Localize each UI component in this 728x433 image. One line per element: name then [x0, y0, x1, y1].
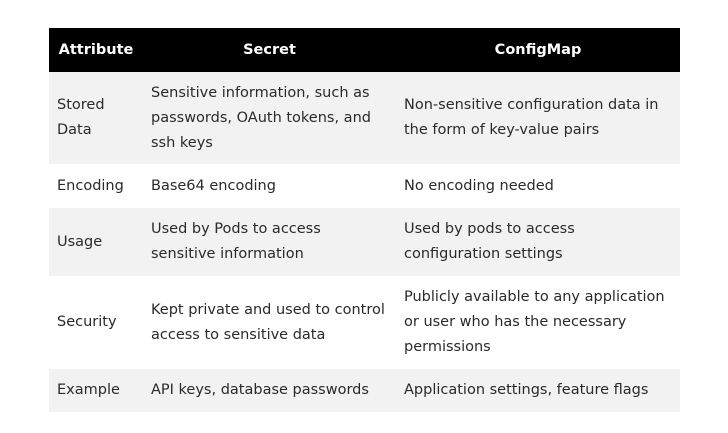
- cell-secret: Base64 encoding: [143, 164, 396, 208]
- header-attribute: Attribute: [49, 28, 143, 72]
- cell-attribute: Usage: [49, 208, 143, 276]
- comparison-table-container: Attribute Secret ConfigMap Stored Data S…: [49, 28, 680, 412]
- cell-attribute: Stored Data: [49, 72, 143, 164]
- cell-secret: API keys, database passwords: [143, 369, 396, 412]
- cell-configmap: Non-sensitive configuration data in the …: [396, 72, 680, 164]
- header-row: Attribute Secret ConfigMap: [49, 28, 680, 72]
- table-header: Attribute Secret ConfigMap: [49, 28, 680, 72]
- header-configmap: ConfigMap: [396, 28, 680, 72]
- cell-configmap: Used by pods to access configuration set…: [396, 208, 680, 276]
- table-row: Security Kept private and used to contro…: [49, 276, 680, 369]
- cell-attribute: Example: [49, 369, 143, 412]
- cell-secret: Kept private and used to control access …: [143, 276, 396, 369]
- cell-attribute: Encoding: [49, 164, 143, 208]
- cell-secret: Sensitive information, such as passwords…: [143, 72, 396, 164]
- cell-configmap: Publicly available to any application or…: [396, 276, 680, 369]
- cell-configmap: No encoding needed: [396, 164, 680, 208]
- cell-configmap: Application settings, feature flags: [396, 369, 680, 412]
- table-row: Usage Used by Pods to access sensitive i…: [49, 208, 680, 276]
- table-row: Stored Data Sensitive information, such …: [49, 72, 680, 164]
- cell-secret: Used by Pods to access sensitive informa…: [143, 208, 396, 276]
- secret-vs-configmap-table: Attribute Secret ConfigMap Stored Data S…: [49, 28, 680, 412]
- cell-attribute: Security: [49, 276, 143, 369]
- table-row: Encoding Base64 encoding No encoding nee…: [49, 164, 680, 208]
- table-row: Example API keys, database passwords App…: [49, 369, 680, 412]
- header-secret: Secret: [143, 28, 396, 72]
- table-body: Stored Data Sensitive information, such …: [49, 72, 680, 412]
